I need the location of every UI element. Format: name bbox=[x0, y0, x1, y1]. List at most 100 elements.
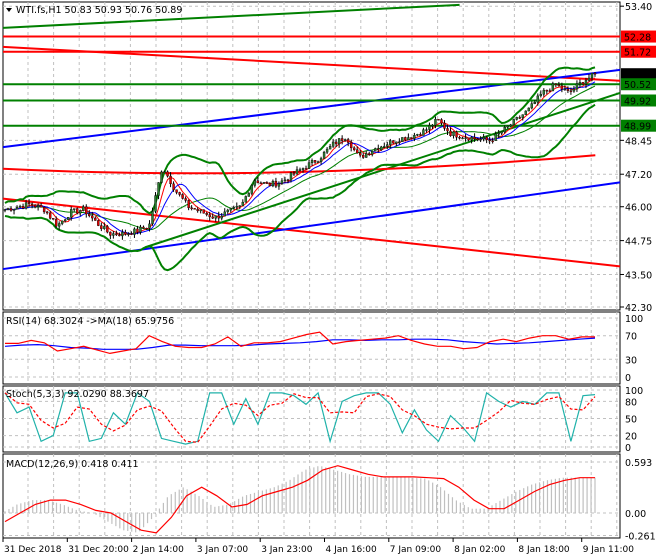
candle-body bbox=[482, 137, 485, 140]
candle-body bbox=[24, 202, 28, 209]
candle-body bbox=[121, 232, 124, 237]
indicator-tick-label: 50 bbox=[625, 415, 637, 426]
candle-body bbox=[524, 110, 527, 115]
candle-body bbox=[133, 228, 136, 235]
candle-body bbox=[253, 180, 257, 186]
candle-body bbox=[503, 127, 506, 133]
candle-body bbox=[316, 161, 320, 163]
candle-body bbox=[572, 88, 576, 92]
candle-body bbox=[554, 83, 558, 85]
candle-body bbox=[328, 146, 332, 150]
indicator-tick-label: 0 bbox=[625, 443, 631, 454]
candle-body bbox=[422, 129, 425, 136]
price-chart[interactable]: 53.40 48.45 47.20 46.00 44.75 43.50 42.30 52.28… bbox=[0, 0, 660, 560]
candle-body bbox=[241, 201, 245, 206]
candle-body bbox=[181, 194, 184, 199]
macd-signal-line bbox=[4, 465, 595, 534]
candle-body bbox=[54, 219, 58, 227]
candle-body bbox=[425, 129, 428, 131]
candle-body bbox=[21, 206, 25, 209]
candle-body bbox=[509, 124, 512, 127]
candle-body bbox=[208, 214, 211, 218]
slow-ma-line bbox=[4, 81, 596, 235]
price-tick-label: 42.30 bbox=[625, 303, 652, 314]
candle-body bbox=[434, 119, 437, 126]
candle-body bbox=[512, 119, 515, 126]
candle-body bbox=[36, 204, 40, 208]
candle-body bbox=[265, 182, 269, 184]
candle-body bbox=[446, 128, 449, 132]
candle-body bbox=[566, 88, 570, 91]
candle-body bbox=[352, 147, 356, 150]
candle-body bbox=[3, 209, 7, 211]
candle-body bbox=[12, 208, 16, 211]
candle-body bbox=[410, 137, 413, 139]
candle-body bbox=[97, 220, 100, 226]
candle-body bbox=[244, 196, 248, 203]
candle-body bbox=[322, 151, 326, 159]
candle-body bbox=[521, 114, 524, 118]
price-tick-label: 44.75 bbox=[625, 237, 652, 248]
indicator-tick-label: 0.593 bbox=[625, 458, 652, 469]
candle-body bbox=[283, 179, 287, 182]
candle-body bbox=[193, 208, 196, 210]
candle-body bbox=[494, 133, 497, 141]
candle-body bbox=[148, 223, 151, 229]
candle-body bbox=[82, 206, 85, 211]
candle-body bbox=[33, 204, 37, 208]
candle-body bbox=[404, 137, 407, 141]
candle-body bbox=[79, 210, 82, 214]
candle-body bbox=[563, 88, 567, 91]
candle-body bbox=[467, 137, 470, 141]
candle-body bbox=[355, 149, 359, 154]
candle-body bbox=[220, 215, 223, 219]
candle-body bbox=[461, 137, 464, 140]
candle-body bbox=[536, 95, 540, 103]
candle-body bbox=[334, 141, 338, 145]
trading-chart-window[interactable]: 53.40 48.45 47.20 46.00 44.75 43.50 42.30 52.28… bbox=[0, 0, 660, 560]
candle-body bbox=[386, 144, 389, 147]
indicator-tick-label: 100 bbox=[625, 386, 643, 397]
time-axis-label: 9 Jan 11:00 bbox=[583, 545, 635, 555]
candle-body bbox=[530, 103, 533, 109]
candle-body bbox=[262, 182, 266, 184]
triangle-down-icon bbox=[6, 8, 12, 12]
candle-body bbox=[51, 218, 55, 220]
candle-body bbox=[560, 85, 564, 90]
candle-body bbox=[340, 138, 344, 141]
candle-body bbox=[590, 72, 594, 79]
candle-body bbox=[118, 234, 121, 237]
candle-body bbox=[60, 220, 64, 224]
indicator-tick-label: 80 bbox=[625, 397, 637, 408]
candle-body bbox=[476, 138, 479, 141]
candle-body bbox=[437, 119, 440, 121]
candle-body bbox=[587, 77, 591, 81]
candle-body bbox=[377, 148, 380, 151]
candle-body bbox=[485, 137, 488, 141]
candle-body bbox=[163, 171, 166, 174]
candle-body bbox=[106, 226, 109, 233]
candle-body bbox=[416, 134, 419, 136]
indicator-tick-label: 100 bbox=[625, 314, 643, 325]
candle-body bbox=[383, 146, 386, 148]
candle-body bbox=[64, 219, 67, 222]
chart-header-label: WTI.fs,H1 50.83 50.93 50.76 50.89 bbox=[16, 5, 182, 16]
candle-body bbox=[100, 225, 103, 229]
indicator-tick-label: 0.00 bbox=[625, 509, 646, 520]
candle-body bbox=[449, 130, 452, 137]
candle-body bbox=[295, 169, 299, 175]
candle-body bbox=[548, 90, 552, 92]
candle-body bbox=[76, 208, 79, 214]
candle-body bbox=[27, 202, 31, 205]
candle-body bbox=[301, 168, 305, 170]
indicator-tick-label: 70 bbox=[625, 332, 637, 343]
candle-body bbox=[217, 215, 220, 219]
candle-body bbox=[277, 183, 281, 187]
candle-body bbox=[187, 200, 190, 209]
candle-body bbox=[557, 84, 561, 87]
price-level-label: 49.92 bbox=[624, 96, 651, 107]
time-axis-label: 7 Jan 09:00 bbox=[390, 545, 442, 555]
candle-body bbox=[304, 168, 308, 170]
candle-body bbox=[515, 117, 518, 120]
candle-body bbox=[362, 154, 365, 158]
